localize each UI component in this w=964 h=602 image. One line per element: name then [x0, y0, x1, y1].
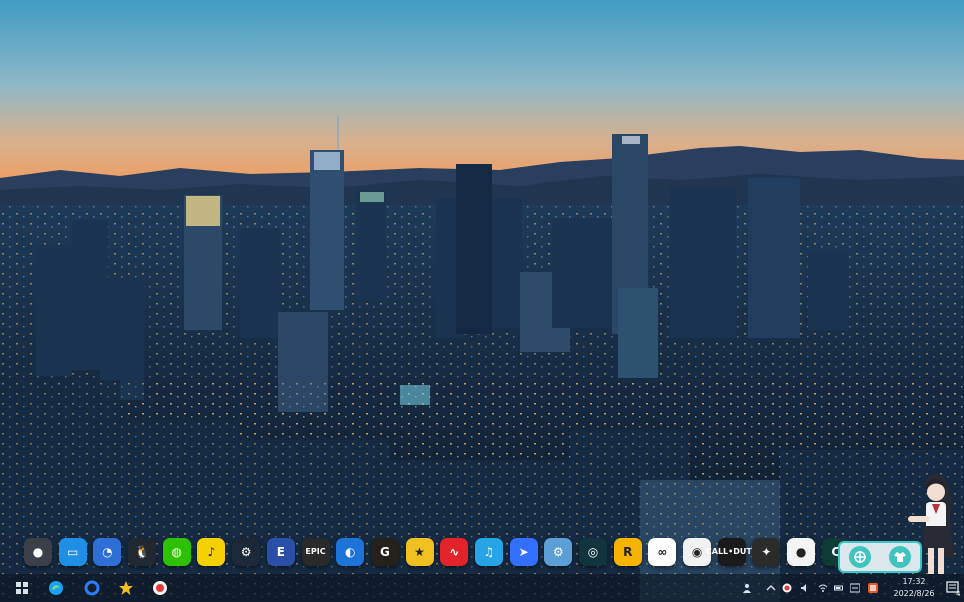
dock-app-glyph: ●	[32, 545, 44, 559]
dock-app-label: EPIC	[305, 547, 326, 556]
dock-app-glyph: 🐧	[134, 545, 150, 559]
dock-app-glyph: E	[276, 545, 285, 559]
record-app-icon[interactable]	[152, 580, 168, 596]
g-app-icon[interactable]: G	[370, 538, 399, 566]
dock-app-glyph: ◎	[587, 545, 599, 559]
dock-app-glyph: ∞	[657, 545, 668, 559]
steam-icon[interactable]: ⚙	[232, 538, 261, 566]
start-icon[interactable]	[14, 580, 30, 596]
ime-icon[interactable]	[850, 583, 860, 593]
qq-icon[interactable]: 🐧	[128, 538, 157, 566]
dock-app-glyph: ➤	[518, 545, 529, 559]
crosshair-icon[interactable]	[849, 546, 871, 568]
desktop[interactable]: ● ▭ ◔ 🐧 ◍ ♪ ⚙ E EPIC ◐ G ★ ∿ ♫ ➤ ⚙ ◎ R ∞ ◉ CALL•DUTY ✦ ● C	[0, 0, 964, 602]
e-browser-icon[interactable]: E	[266, 538, 295, 566]
dock-app-glyph: G	[379, 545, 390, 559]
dock-app-glyph: ◍	[171, 545, 182, 559]
cloud-music-icon[interactable]: ♫	[474, 538, 503, 566]
star-icon[interactable]: ★	[405, 538, 434, 566]
music-icon[interactable]: ♪	[197, 538, 226, 566]
epic-games-icon[interactable]: EPIC	[301, 538, 330, 566]
star-app-icon[interactable]	[118, 580, 134, 596]
feishu-icon[interactable]: ➤	[509, 538, 538, 566]
baidu-cloud-icon[interactable]: ∞	[648, 538, 677, 566]
speaker-icon[interactable]	[800, 583, 810, 593]
dock-app-glyph: ∿	[449, 545, 460, 559]
wifi-icon[interactable]	[818, 583, 828, 593]
edge-icon[interactable]	[48, 580, 64, 596]
qq-browser-icon[interactable]	[84, 580, 100, 596]
dock-app-glyph: ♫	[483, 545, 495, 559]
app-tray-icon[interactable]	[868, 583, 878, 593]
clock-time: 17:32	[902, 577, 926, 586]
netease-music-icon[interactable]: ∿	[440, 538, 469, 566]
record-tray-icon[interactable]	[782, 583, 792, 593]
people-icon[interactable]	[742, 583, 752, 593]
game-badge-icon[interactable]: ✦	[752, 538, 781, 566]
dock-app-glyph: ◐	[344, 545, 356, 559]
clock-date: 2022/8/26	[893, 589, 935, 598]
wallpaper-city-skyline	[0, 0, 964, 602]
dock-app-glyph: ✦	[761, 545, 772, 559]
taskbar-clock[interactable]: 17:32 2022/8/26	[884, 576, 944, 600]
battery-icon[interactable]	[834, 583, 844, 593]
baidu-netdisk-icon[interactable]: ◔	[93, 538, 122, 566]
call-of-duty-icon[interactable]: CALL•DUTY	[706, 538, 758, 566]
ring-icon[interactable]: ◎	[579, 538, 607, 566]
dock-app-glyph: ⚙	[240, 545, 252, 559]
app-dock: ● ▭ ◔ 🐧 ◍ ♪ ⚙ E EPIC ◐ G ★ ∿ ♫ ➤ ⚙ ◎ R ∞ ◉ CALL•DUTY ✦ ● C	[24, 534, 850, 570]
edge-style-icon[interactable]: ◐	[336, 538, 365, 566]
record-icon[interactable]: ●	[787, 538, 816, 566]
assistant-icon[interactable]: ●	[24, 538, 52, 566]
settings-panel-icon[interactable]: ⚙	[544, 538, 573, 566]
wechat-icon[interactable]: ◍	[162, 538, 191, 566]
notification-count: 4	[956, 590, 961, 598]
dock-app-glyph: ♪	[207, 545, 216, 559]
desktop-mascot-character[interactable]	[904, 470, 964, 580]
dock-app-glyph: ◉	[691, 545, 703, 559]
taskbar	[0, 574, 964, 602]
dock-app-glyph: ★	[414, 545, 425, 559]
dock-app-label: CALL•DUTY	[705, 547, 758, 556]
rockstar-icon[interactable]: R	[613, 538, 642, 566]
laptop-icon[interactable]: ▭	[58, 538, 87, 566]
chevron-up-icon[interactable]	[766, 583, 776, 593]
dock-app-glyph: R	[623, 545, 633, 559]
dock-app-glyph: ◔	[102, 545, 113, 559]
dock-app-glyph: ●	[795, 545, 807, 559]
dock-app-glyph: ▭	[67, 545, 79, 559]
dock-app-glyph: ⚙	[552, 545, 564, 559]
